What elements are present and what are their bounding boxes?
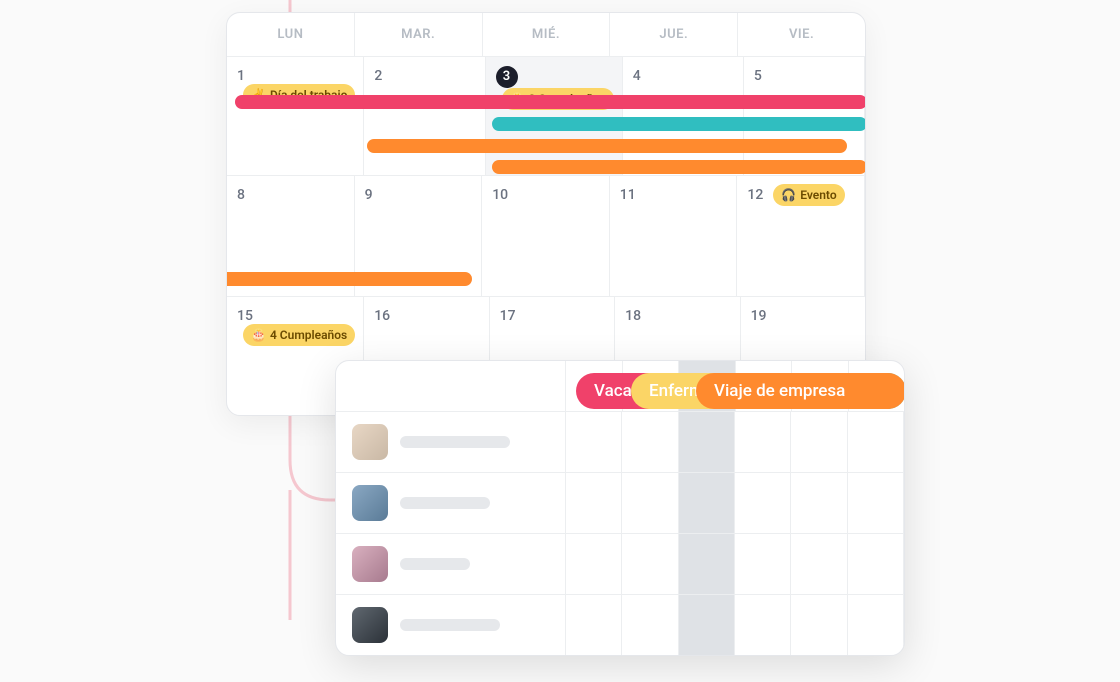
day-number: 15 <box>237 308 253 324</box>
team-cell[interactable] <box>622 412 678 472</box>
calendar-cell[interactable]: 4 <box>623 57 744 175</box>
team-cell[interactable] <box>679 595 735 655</box>
today-badge: 3 <box>496 66 518 88</box>
headphones-icon: 🎧 <box>781 188 796 202</box>
day-number: 16 <box>374 308 390 324</box>
team-person[interactable] <box>336 473 566 533</box>
avatar <box>352 607 388 643</box>
team-schedule-card: 1 2 3 4 5 6 Vacaciones Traba <box>335 360 905 656</box>
team-cell[interactable] <box>848 595 904 655</box>
calendar-week-2: 8 9 10 11 12 🎧 Evento <box>227 176 865 297</box>
team-cell[interactable] <box>566 595 622 655</box>
avatar <box>352 485 388 521</box>
calendar-cell[interactable]: 11 <box>610 176 738 296</box>
team-person[interactable] <box>336 595 566 655</box>
day-header-fri: VIE. <box>738 13 865 56</box>
team-cell[interactable] <box>566 412 622 472</box>
event-bar-pink[interactable] <box>235 95 866 109</box>
day-number: 12 <box>747 187 763 203</box>
day-number: 10 <box>492 187 508 203</box>
day-number: 9 <box>365 187 373 203</box>
day-number: 18 <box>625 308 641 324</box>
calendar-cell[interactable]: 5 <box>744 57 865 175</box>
pill-label: Viaje de empresa <box>714 381 845 401</box>
team-cell[interactable] <box>791 595 847 655</box>
cake-icon: 🎂 <box>251 328 266 342</box>
team-person[interactable] <box>336 412 566 472</box>
team-cell[interactable] <box>791 473 847 533</box>
day-header-mon: LUN <box>227 13 355 56</box>
day-header-tue: MAR. <box>355 13 483 56</box>
day-number: 2 <box>374 68 382 84</box>
team-row: Enfermedad <box>336 534 904 595</box>
event-bar-orange[interactable] <box>492 160 866 174</box>
day-number: 19 <box>751 308 767 324</box>
team-row: Viaje de empresa <box>336 595 904 655</box>
team-row: Trabajo en remoto <box>336 473 904 534</box>
name-placeholder <box>400 436 510 448</box>
name-placeholder <box>400 619 500 631</box>
team-cell[interactable] <box>679 534 735 594</box>
team-cell[interactable] <box>735 534 791 594</box>
team-cell[interactable] <box>622 473 678 533</box>
team-name-header <box>336 361 566 411</box>
team-cell[interactable] <box>566 534 622 594</box>
calendar-week-1: 1 ✌️ Día del trabajo 2 3 🎂 2 Cumpleaños … <box>227 57 865 176</box>
calendar-cell[interactable]: 1 ✌️ Día del trabajo <box>227 57 364 175</box>
event-bar-orange[interactable] <box>367 139 847 153</box>
team-cell[interactable] <box>848 534 904 594</box>
team-cell[interactable] <box>791 534 847 594</box>
month-calendar-card: LUN MAR. MIÉ. JUE. VIE. 1 ✌️ Día del tra… <box>226 12 866 416</box>
absence-pill-viaje[interactable]: Viaje de empresa <box>696 373 905 409</box>
name-placeholder <box>400 497 490 509</box>
team-cell[interactable] <box>735 473 791 533</box>
team-cell[interactable] <box>566 473 622 533</box>
team-cell[interactable] <box>791 412 847 472</box>
calendar-cell[interactable]: 3 🎂 2 Cumpleaños <box>486 57 623 175</box>
day-number: 17 <box>500 308 516 324</box>
name-placeholder <box>400 558 470 570</box>
calendar-cell[interactable]: 12 🎧 Evento <box>737 176 865 296</box>
avatar <box>352 424 388 460</box>
team-cell[interactable] <box>848 412 904 472</box>
day-number: 4 <box>633 68 641 84</box>
avatar <box>352 546 388 582</box>
team-cell[interactable] <box>622 534 678 594</box>
day-number: 1 <box>237 68 245 84</box>
day-number: 11 <box>620 187 636 203</box>
team-cell[interactable] <box>735 412 791 472</box>
team-row: Vacaciones <box>336 412 904 473</box>
day-header-thu: JUE. <box>610 13 738 56</box>
team-cell[interactable] <box>679 412 735 472</box>
chip-label: 4 Cumpleaños <box>270 328 347 342</box>
chip-evento[interactable]: 🎧 Evento <box>773 184 844 206</box>
team-cell[interactable] <box>679 473 735 533</box>
team-cell[interactable] <box>622 595 678 655</box>
calendar-cell[interactable]: 2 <box>364 57 485 175</box>
team-person[interactable] <box>336 534 566 594</box>
day-number: 5 <box>754 68 762 84</box>
event-bar-teal[interactable] <box>492 117 866 131</box>
team-cell[interactable] <box>735 595 791 655</box>
team-cell[interactable] <box>848 473 904 533</box>
calendar-cell[interactable]: 10 <box>482 176 610 296</box>
chip-label: Evento <box>800 188 836 202</box>
calendar-day-headers: LUN MAR. MIÉ. JUE. VIE. <box>227 13 865 57</box>
day-number: 8 <box>237 187 245 203</box>
event-bar-orange[interactable] <box>227 272 472 286</box>
chip-4-cumpleanos[interactable]: 🎂 4 Cumpleaños <box>243 324 355 346</box>
day-header-wed: MIÉ. <box>483 13 611 56</box>
